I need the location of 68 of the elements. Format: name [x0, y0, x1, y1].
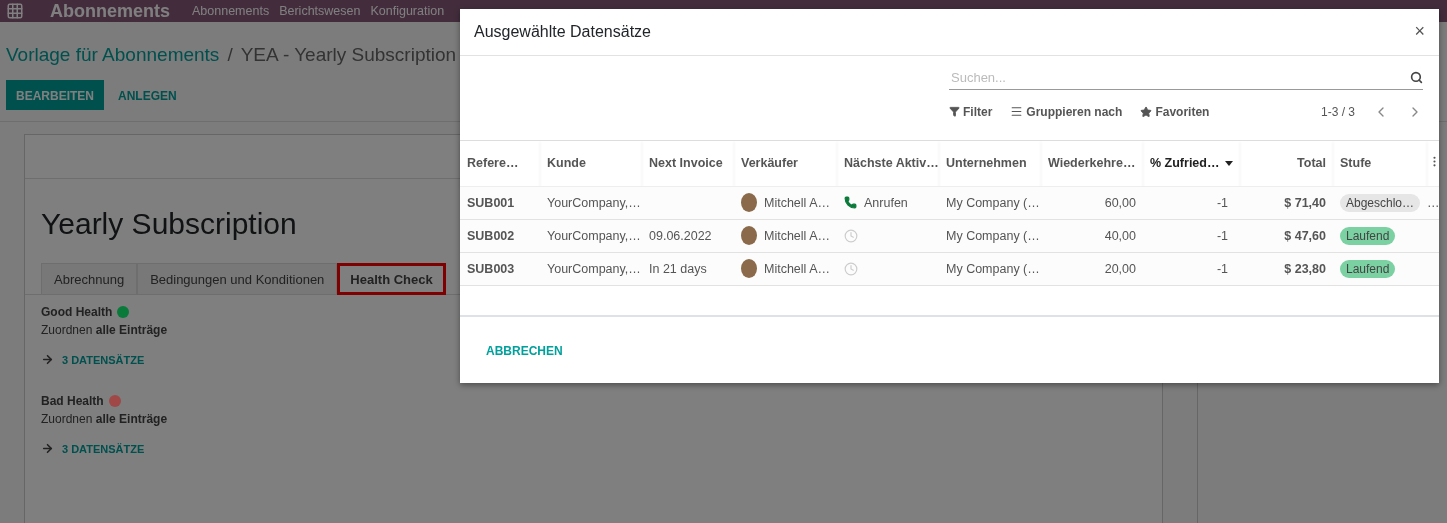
rule-text: Zuordnen alle Einträge	[41, 412, 169, 426]
pager-text: 1-3 / 3	[1320, 104, 1355, 119]
table-cell: -1	[1143, 219, 1240, 253]
column-header[interactable]: Refere…	[460, 140, 540, 187]
table-cell: -1	[1143, 186, 1240, 220]
menu-icon	[1010, 105, 1024, 119]
column-header[interactable]: Kunde	[540, 140, 642, 187]
avatar-icon	[741, 259, 757, 279]
table-cell: 60,00	[1041, 186, 1143, 220]
table-cell: YourCompany,…	[540, 252, 642, 286]
star-icon	[1140, 105, 1153, 118]
table-cell: -1	[1143, 252, 1240, 286]
rule-text: Zuordnen alle Einträge	[41, 323, 169, 337]
breadcrumb-current: YEA - Yearly Subscription	[240, 44, 457, 66]
health-name: Good Health	[41, 305, 113, 319]
table-cell: SUB001	[460, 186, 540, 220]
tab[interactable]: Abrechnung	[41, 263, 138, 295]
column-header[interactable]: Stufe	[1333, 140, 1427, 187]
search-field[interactable]: Suchen...	[949, 65, 1423, 90]
avatar-icon	[741, 226, 757, 246]
filter-button[interactable]: Filter	[949, 104, 993, 119]
stage-badge: Laufend	[1340, 226, 1396, 245]
caret-icon	[1225, 161, 1234, 167]
salesperson-text: Mitchell A…	[764, 261, 830, 276]
arrow-icon	[41, 442, 54, 455]
table-cell: $ 71,40	[1240, 186, 1333, 220]
stage-badge: Laufend	[1340, 259, 1396, 278]
breadcrumb-separator: /	[227, 44, 233, 66]
column-header[interactable]: Unternehmen	[939, 140, 1041, 187]
table-cell: My Company (…	[939, 219, 1041, 253]
apps-menu-icon[interactable]	[6, 2, 24, 20]
avatar-icon	[741, 193, 757, 213]
table-cell: $ 23,80	[1240, 252, 1333, 286]
overflow-text: …	[1427, 195, 1440, 210]
table-cell: 20,00	[1041, 252, 1143, 286]
column-header[interactable]: Wiederkehre…	[1041, 140, 1143, 187]
salesperson-text: Mitchell A…	[764, 195, 830, 210]
column-header[interactable]: Total	[1240, 140, 1333, 187]
filter-button[interactable]: Favoriten	[1140, 104, 1210, 119]
record-title: Yearly Subscription	[41, 207, 297, 241]
column-header[interactable]: Verkäufer	[734, 140, 837, 187]
close-button[interactable]: ×	[1414, 21, 1425, 43]
salesperson-text: Mitchell A…	[764, 228, 830, 243]
table-cell: 09.06.2022	[642, 219, 734, 253]
column-header[interactable]: Next Invoice	[642, 140, 734, 187]
column-header[interactable]: Nächste Aktiv…	[837, 140, 939, 187]
table-cell: $ 47,60	[1240, 219, 1333, 253]
filter-button[interactable]: Gruppieren nach	[1010, 104, 1123, 119]
arrow-icon	[41, 353, 54, 366]
table-cell: My Company (…	[939, 252, 1041, 286]
stage-badge: Abgeschlo…	[1340, 193, 1421, 212]
table-cell: YourCompany,…	[540, 186, 642, 220]
search-icon[interactable]	[1410, 70, 1423, 84]
table-cell: SUB002	[460, 219, 540, 253]
table-cell: YourCompany,…	[540, 219, 642, 253]
table-cell: In 21 days	[642, 252, 734, 286]
activity-text: Anrufen	[864, 195, 908, 210]
dialog-title: Ausgewählte Datensätze	[474, 22, 651, 41]
filter-icon	[949, 106, 960, 118]
tab[interactable]: Health Check	[337, 263, 446, 295]
health-name: Bad Health	[41, 394, 104, 408]
phone-icon	[844, 196, 857, 210]
column-header[interactable]: % Zufried…	[1143, 140, 1240, 187]
app-title: Abonnements	[50, 1, 170, 21]
tab[interactable]: Bedingungen und Konditionen	[137, 263, 338, 295]
table-cell: My Company (…	[939, 186, 1041, 220]
table-cell: SUB003	[460, 252, 540, 286]
table-cell: 40,00	[1041, 219, 1143, 253]
